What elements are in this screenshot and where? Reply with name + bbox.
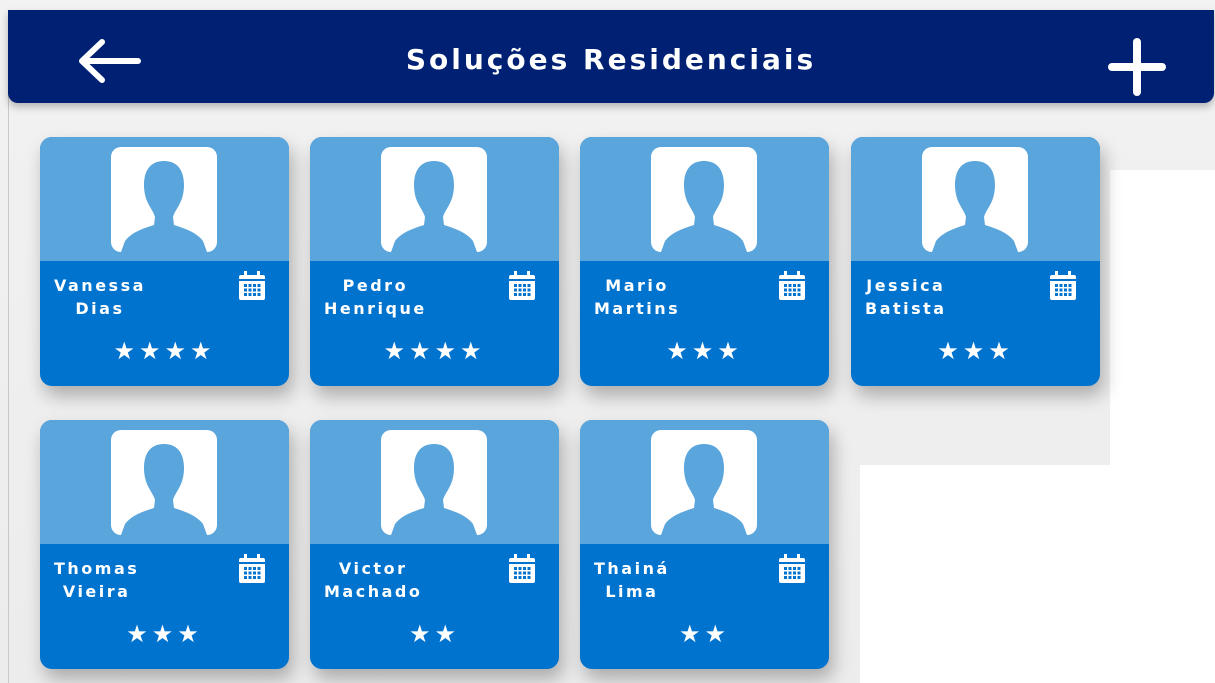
contact-card-victor[interactable]: Victor Machado ★★ xyxy=(310,420,559,669)
schedule-button[interactable] xyxy=(508,554,536,584)
avatar xyxy=(111,430,217,535)
contact-first-name: Thomas xyxy=(54,559,140,578)
contact-card-vanessa[interactable]: Vanessa Dias ★★★★ xyxy=(40,137,289,386)
contact-name-lines: Mario Martins xyxy=(594,274,680,320)
schedule-button[interactable] xyxy=(1049,271,1077,301)
contact-name-lines: Victor Machado xyxy=(324,557,422,603)
person-silhouette-icon xyxy=(932,161,1018,252)
calendar-icon xyxy=(239,554,265,583)
app-header: Soluções Residenciais xyxy=(8,10,1214,103)
contact-last-name: Machado xyxy=(324,582,423,601)
contact-name-lines: Jessica Batista xyxy=(865,274,947,320)
contact-first-name: Pedro xyxy=(342,276,409,295)
contact-card-thainá[interactable]: Thainá Lima ★★ xyxy=(580,420,829,669)
person-silhouette-icon xyxy=(391,444,477,535)
person-silhouette-icon xyxy=(661,161,747,252)
calendar-icon xyxy=(509,554,535,583)
contact-name: Thainá Lima xyxy=(594,557,774,603)
rating-stars: ★★★ xyxy=(937,337,1014,365)
calendar-icon xyxy=(779,271,805,300)
avatar xyxy=(111,147,217,252)
contact-name: Mario Martins xyxy=(594,274,774,320)
person-silhouette-icon xyxy=(391,161,477,252)
contact-card-pedro[interactable]: Pedro Henrique ★★★★ xyxy=(310,137,559,386)
contact-name: Victor Machado xyxy=(324,557,504,603)
person-silhouette-icon xyxy=(661,444,747,535)
contact-name-lines: Pedro Henrique xyxy=(324,274,427,320)
person-silhouette-icon xyxy=(121,444,207,535)
avatar xyxy=(651,147,757,252)
schedule-button[interactable] xyxy=(238,271,266,301)
add-contact-button[interactable] xyxy=(1106,36,1168,98)
contact-last-name: Vieira xyxy=(62,582,131,601)
calendar-icon xyxy=(239,271,265,300)
contact-first-name: Jessica xyxy=(866,276,946,295)
avatar xyxy=(651,430,757,535)
contact-first-name: Victor xyxy=(338,559,408,578)
contact-name: Pedro Henrique xyxy=(324,274,504,320)
contact-name: Vanessa Dias xyxy=(54,274,234,320)
calendar-icon xyxy=(779,554,805,583)
frame-border xyxy=(8,90,9,683)
contact-last-name: Lima xyxy=(605,582,659,601)
contact-name: Jessica Batista xyxy=(865,274,1045,320)
contact-first-name: Thainá xyxy=(594,559,670,578)
contact-name-lines: Thainá Lima xyxy=(594,557,670,603)
calendar-icon xyxy=(509,271,535,300)
rating-stars: ★★ xyxy=(678,620,731,648)
schedule-button[interactable] xyxy=(778,554,806,584)
person-silhouette-icon xyxy=(121,161,207,252)
page-title: Soluções Residenciais xyxy=(405,43,817,76)
avatar xyxy=(922,147,1028,252)
contact-name-lines: Thomas Vieira xyxy=(54,557,139,603)
avatar xyxy=(381,430,487,535)
calendar-icon xyxy=(1050,271,1076,300)
schedule-button[interactable] xyxy=(508,271,536,301)
rating-stars: ★★★ xyxy=(126,620,203,648)
rating-stars: ★★★ xyxy=(666,337,743,365)
contact-name: Thomas Vieira xyxy=(54,557,234,603)
rating-stars: ★★★★ xyxy=(383,337,486,365)
contact-card-mario[interactable]: Mario Martins ★★★ xyxy=(580,137,829,386)
rating-stars: ★★★★ xyxy=(113,337,216,365)
contact-first-name: Mario xyxy=(605,276,669,295)
page-background-bottom-right xyxy=(860,465,1215,683)
contact-first-name: Vanessa xyxy=(54,276,146,295)
contact-last-name: Henrique xyxy=(324,299,427,318)
avatar xyxy=(381,147,487,252)
rating-stars: ★★ xyxy=(408,620,461,648)
contact-last-name: Martins xyxy=(594,299,681,318)
plus-icon xyxy=(1108,38,1166,96)
contact-last-name: Batista xyxy=(865,299,947,318)
schedule-button[interactable] xyxy=(778,271,806,301)
schedule-button[interactable] xyxy=(238,554,266,584)
contact-card-jessica[interactable]: Jessica Batista ★★★ xyxy=(851,137,1100,386)
contact-name-lines: Vanessa Dias xyxy=(54,274,146,320)
contact-card-thomas[interactable]: Thomas Vieira ★★★ xyxy=(40,420,289,669)
contact-last-name: Dias xyxy=(75,299,125,318)
